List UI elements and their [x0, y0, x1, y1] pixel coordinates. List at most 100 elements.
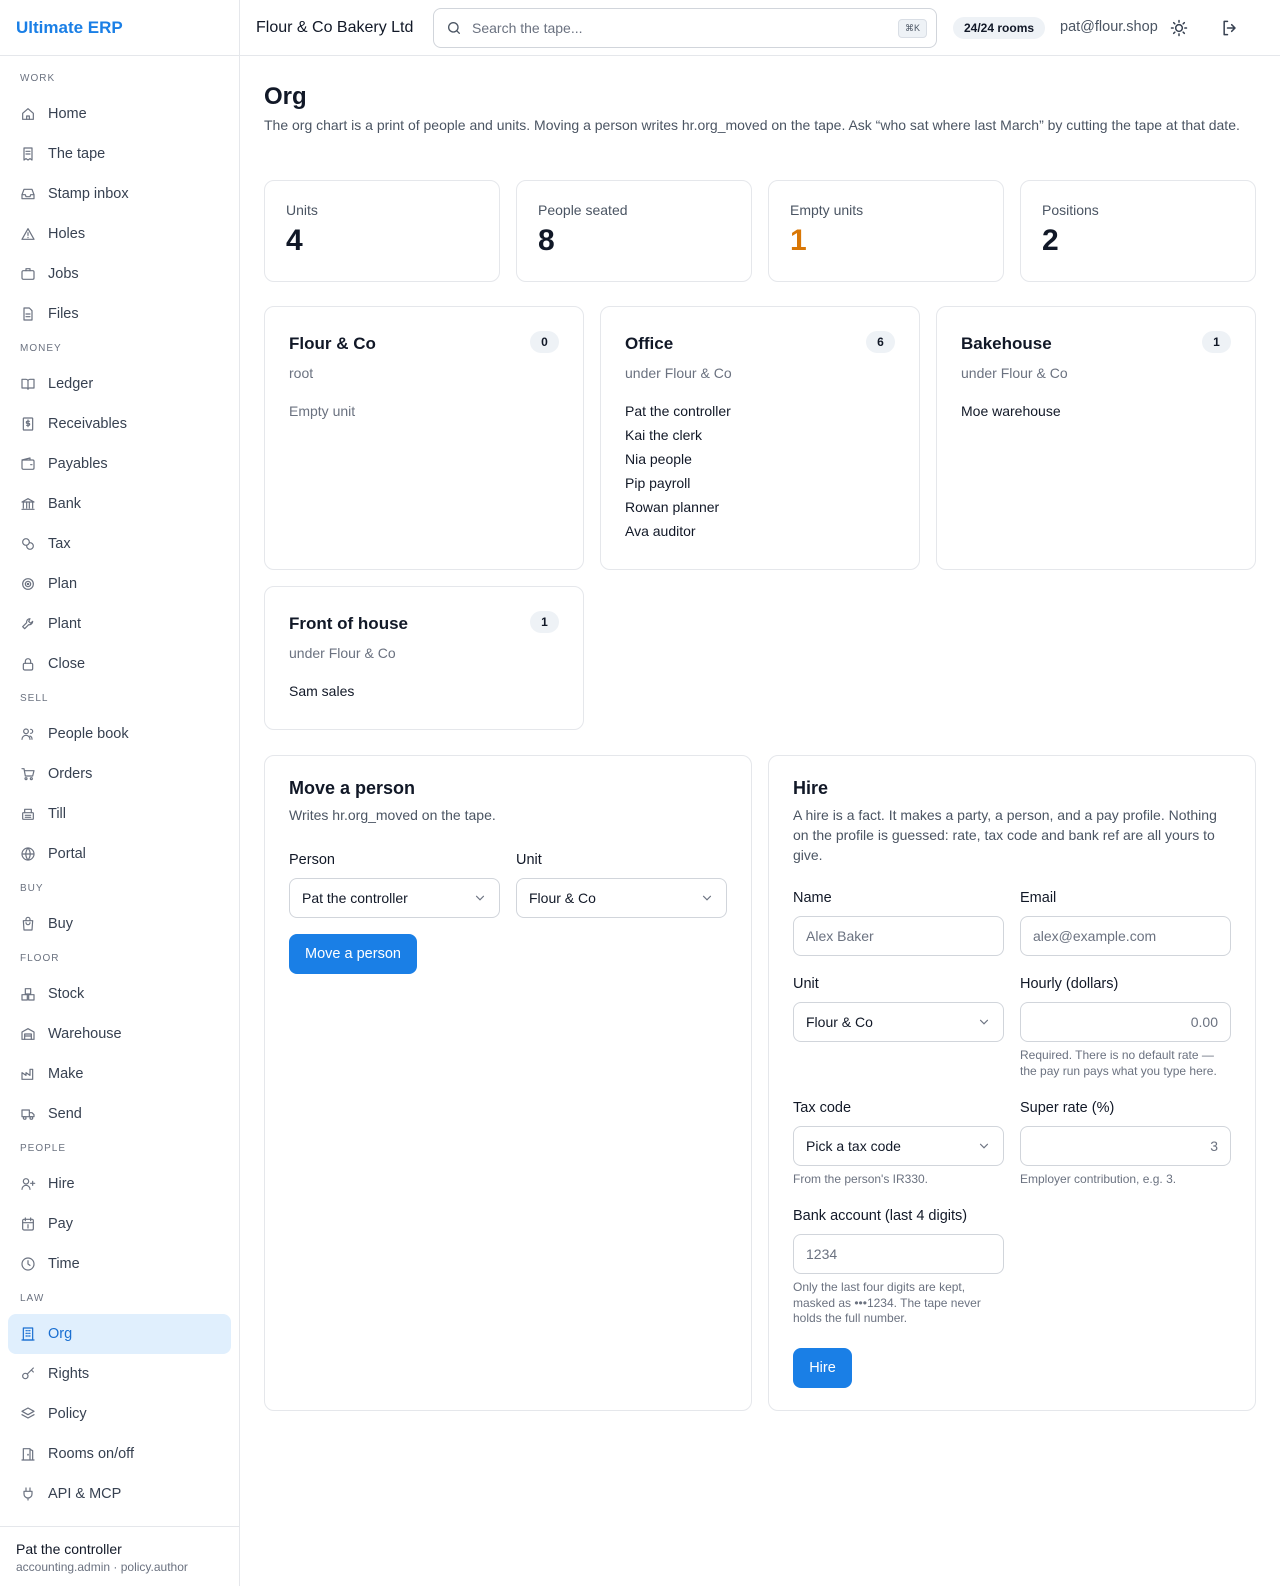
sidebar-item-stock[interactable]: Stock: [8, 974, 231, 1014]
unit-card-office[interactable]: Office 6 under Flour & Co Pat the contro…: [600, 306, 920, 570]
search-box[interactable]: ⌘K: [433, 8, 937, 48]
sidebar-item-bank[interactable]: Bank: [8, 484, 231, 524]
clock-icon: [20, 1256, 36, 1272]
file-icon: [20, 306, 36, 322]
sidebar-item-label: Policy: [48, 1406, 87, 1422]
chevron-down-icon: [977, 1139, 991, 1153]
sidebar-item-rights[interactable]: Rights: [8, 1354, 231, 1394]
unit-card-flour-co[interactable]: Flour & Co 0 root Empty unit: [264, 306, 584, 570]
tax-code-select[interactable]: Pick a tax code: [793, 1126, 1004, 1166]
sidebar-item-label: Org: [48, 1326, 73, 1342]
super-rate-field: Super rate (%) 3 Employer contribution, …: [1020, 1100, 1231, 1188]
search-input[interactable]: [472, 20, 898, 36]
person-label: Person: [289, 852, 335, 868]
unit-select[interactable]: Flour & Co: [516, 878, 727, 918]
sidebar-item-api-mcp[interactable]: API & MCP: [8, 1474, 231, 1514]
app-brand[interactable]: Ultimate ERP: [0, 0, 239, 56]
sidebar-item-label: Pay: [48, 1216, 73, 1232]
sidebar-item-label: Till: [48, 806, 66, 822]
sidebar-item-make[interactable]: Make: [8, 1054, 231, 1094]
unit-name: Front of house: [289, 614, 408, 633]
sidebar-item-tax[interactable]: Tax: [8, 524, 231, 564]
person-name: Pip payroll: [625, 475, 691, 491]
sidebar-item-orders[interactable]: Orders: [8, 754, 231, 794]
sidebar-item-label: Hire: [48, 1176, 75, 1192]
move-person-button[interactable]: Move a person: [289, 934, 417, 974]
hire-unit-select[interactable]: Flour & Co: [793, 1002, 1004, 1042]
wallet-icon: [20, 456, 36, 472]
sun-icon[interactable]: [1169, 18, 1189, 38]
bank-icon: [20, 496, 36, 512]
boxes-icon: [20, 986, 36, 1002]
unit-name: Flour & Co: [289, 334, 376, 353]
sidebar: Ultimate ERP WORK Home The tape Stamp inbox…: [0, 0, 240, 1586]
sidebar-item-send[interactable]: Send: [8, 1094, 231, 1134]
email-field: Email alex@example.com: [1020, 890, 1231, 956]
unit-card-bakehouse[interactable]: Bakehouse 1 under Flour & Co Moe warehou…: [936, 306, 1256, 570]
sidebar-item-buy[interactable]: Buy: [8, 904, 231, 944]
stat-label: Empty units: [790, 202, 864, 218]
sidebar-item-rooms-on-off[interactable]: Rooms on/off: [8, 1434, 231, 1474]
sidebar-item-payables[interactable]: Payables: [8, 444, 231, 484]
sidebar-item-plant[interactable]: Plant: [8, 604, 231, 644]
sidebar-item-ledger[interactable]: Ledger: [8, 364, 231, 404]
sidebar-item-label: Tax: [48, 536, 71, 552]
sidebar-item-label: Jobs: [48, 266, 79, 282]
book-open-icon: [20, 376, 36, 392]
sidebar-item-hire[interactable]: Hire: [8, 1164, 231, 1204]
person-name: Nia people: [625, 451, 692, 467]
person-name: Sam sales: [289, 683, 355, 699]
lock-icon: [20, 656, 36, 672]
user-box[interactable]: Pat the controller accounting.admin · po…: [0, 1526, 240, 1574]
receipt-icon: [20, 146, 36, 162]
bank-account-label: Bank account (last 4 digits): [793, 1208, 968, 1224]
sidebar-item-org[interactable]: Org: [8, 1314, 231, 1354]
sidebar-item-receivables[interactable]: Receivables: [8, 404, 231, 444]
sidebar-item-jobs[interactable]: Jobs: [8, 254, 231, 294]
person-select[interactable]: Pat the controller: [289, 878, 500, 918]
sidebar-item-files[interactable]: Files: [8, 294, 231, 334]
super-rate-input[interactable]: 3: [1020, 1126, 1231, 1166]
super-rate-label: Super rate (%): [1020, 1100, 1115, 1116]
warning-triangle-icon: [20, 226, 36, 242]
sidebar-item-the-tape[interactable]: The tape: [8, 134, 231, 174]
sidebar-item-plan[interactable]: Plan: [8, 564, 231, 604]
company-name: Flour & Co Bakery Ltd: [256, 18, 414, 36]
door-icon: [20, 1446, 36, 1462]
logout-icon[interactable]: [1220, 18, 1240, 38]
sidebar-item-portal[interactable]: Portal: [8, 834, 231, 874]
hourly-field: Hourly (dollars) 0.00 Required. There is…: [1020, 976, 1231, 1079]
name-input[interactable]: Alex Baker: [793, 916, 1004, 956]
stat-value: 2: [1042, 224, 1059, 257]
sidebar-item-label: Receivables: [48, 416, 127, 432]
hire-unit-field: Unit Flour & Co: [793, 976, 1004, 1042]
hire-button[interactable]: Hire: [793, 1348, 852, 1388]
sidebar-item-policy[interactable]: Policy: [8, 1394, 231, 1434]
sidebar-item-close[interactable]: Close: [8, 644, 231, 684]
building-icon: [20, 1326, 36, 1342]
email-label: Email: [1020, 890, 1057, 906]
sidebar-item-pay[interactable]: Pay: [8, 1204, 231, 1244]
stat-label: Positions: [1042, 202, 1099, 218]
unit-count-badge: 6: [866, 331, 895, 353]
move-panel-description: Writes hr.org_moved on the tape.: [289, 807, 496, 823]
sidebar-item-warehouse[interactable]: Warehouse: [8, 1014, 231, 1054]
user-email[interactable]: pat@flour.shop: [1060, 19, 1158, 35]
sidebar-item-people-book[interactable]: People book: [8, 714, 231, 754]
sidebar-item-stamp-inbox[interactable]: Stamp inbox: [8, 174, 231, 214]
unit-name: Office: [625, 334, 674, 353]
sidebar-item-label: Home: [48, 106, 87, 122]
sidebar-item-home[interactable]: Home: [8, 94, 231, 134]
bank-account-input[interactable]: 1234: [793, 1234, 1004, 1274]
email-input[interactable]: alex@example.com: [1020, 916, 1231, 956]
sidebar-item-holes[interactable]: Holes: [8, 214, 231, 254]
stat-value: 1: [790, 224, 807, 257]
tax-code-hint: From the person's IR330.: [793, 1172, 929, 1186]
rooms-badge[interactable]: 24/24 rooms: [953, 17, 1046, 39]
sidebar-item-till[interactable]: Till: [8, 794, 231, 834]
hourly-label: Hourly (dollars): [1020, 976, 1119, 992]
hourly-input[interactable]: 0.00: [1020, 1002, 1231, 1042]
unit-card-front-of-house[interactable]: Front of house 1 under Flour & Co Sam sa…: [264, 586, 584, 730]
move-panel-title: Move a person: [289, 778, 416, 798]
sidebar-item-time[interactable]: Time: [8, 1244, 231, 1284]
